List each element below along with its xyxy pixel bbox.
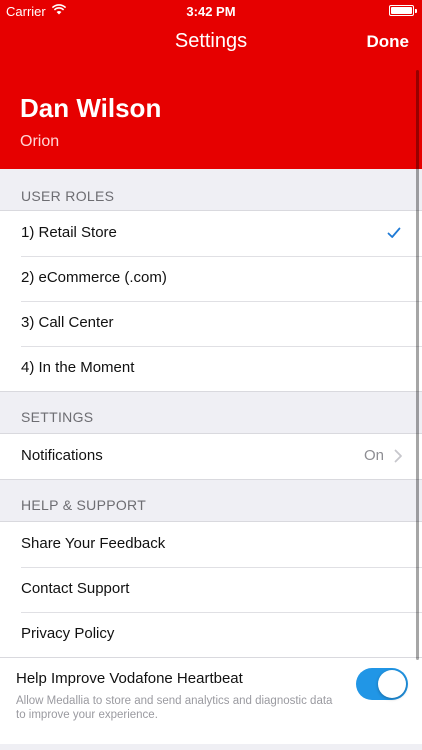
analytics-toggle[interactable]: [356, 668, 408, 700]
toggle-knob: [378, 670, 406, 698]
section-header-help-support: HELP & SUPPORT: [21, 497, 147, 513]
analytics-toggle-row: Help Improve Vodafone Heartbeat Allow Me…: [0, 658, 422, 744]
settings-group: Notifications On: [0, 433, 422, 480]
share-feedback-label: Share Your Feedback: [21, 535, 166, 552]
role-label: 3) Call Center: [21, 314, 114, 331]
help-support-group: Share Your Feedback Contact Support Priv…: [0, 521, 422, 658]
status-time: 3:42 PM: [186, 4, 236, 19]
header: Carrier 3:42 PM Settings Done Dan Wilson…: [0, 0, 422, 169]
role-item-ecommerce[interactable]: 2) eCommerce (.com): [0, 256, 422, 301]
status-bar: Carrier 3:42 PM: [0, 0, 422, 22]
role-label: 2) eCommerce (.com): [21, 269, 167, 286]
role-label: 4) In the Moment: [21, 359, 135, 376]
notifications-row[interactable]: Notifications On: [0, 434, 422, 479]
user-roles-group: 1) Retail Store 2) eCommerce (.com) 3) C…: [0, 210, 422, 392]
role-item-in-the-moment[interactable]: 4) In the Moment: [0, 346, 422, 391]
privacy-policy-row[interactable]: Privacy Policy: [0, 612, 422, 657]
share-feedback-row[interactable]: Share Your Feedback: [0, 522, 422, 567]
battery-icon: [389, 5, 417, 16]
page-title: Settings: [174, 30, 248, 52]
done-button[interactable]: Done: [367, 32, 410, 52]
analytics-description: Allow Medallia to store and send analyti…: [16, 695, 333, 721]
privacy-policy-label: Privacy Policy: [21, 625, 115, 642]
chevron-right-icon: [394, 449, 402, 463]
role-label: 1) Retail Store: [21, 224, 117, 241]
scrollbar[interactable]: [416, 70, 419, 660]
role-item-retail-store[interactable]: 1) Retail Store: [0, 211, 422, 256]
settings-list[interactable]: USER ROLES 1) Retail Store 2) eCommerce …: [0, 169, 422, 750]
notifications-value: On: [363, 447, 384, 464]
section-header-user-roles: USER ROLES: [21, 188, 115, 204]
contact-support-label: Contact Support: [21, 580, 130, 597]
section-header-settings: SETTINGS: [21, 409, 94, 425]
user-organization: Orion: [20, 133, 60, 150]
notifications-label: Notifications: [21, 447, 103, 464]
role-item-call-center[interactable]: 3) Call Center: [0, 301, 422, 346]
user-name: Dan Wilson: [20, 93, 162, 123]
checkmark-icon: [387, 227, 401, 238]
contact-support-row[interactable]: Contact Support: [0, 567, 422, 612]
